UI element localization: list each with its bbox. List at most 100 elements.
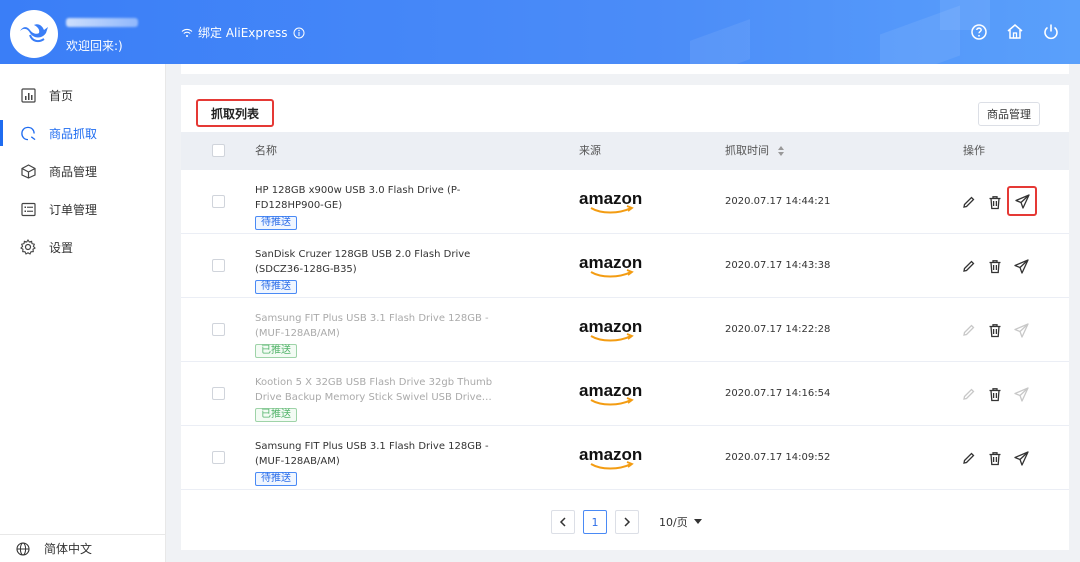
- language-switcher[interactable]: 简体中文: [0, 534, 166, 562]
- table-row: Samsung FIT Plus USB 3.1 Flash Drive 128…: [181, 298, 1069, 362]
- delete-icon[interactable]: [987, 194, 1003, 210]
- sidebar-item-label: 商品抓取: [49, 126, 98, 141]
- capture-time: 2020.07.17 14:44:21: [725, 196, 831, 207]
- svg-text:amazon: amazon: [579, 317, 642, 336]
- capture-icon: [20, 125, 36, 141]
- delete-icon[interactable]: [987, 258, 1003, 274]
- row-actions: [961, 186, 1037, 216]
- delete-icon[interactable]: [987, 450, 1003, 466]
- sidebar-item-label: 订单管理: [49, 202, 98, 217]
- status-badge: 已推送: [255, 408, 297, 422]
- table-header: 名称 来源 抓取时间 操作: [181, 132, 1069, 170]
- logo[interactable]: [10, 10, 58, 58]
- svg-text:amazon: amazon: [579, 253, 642, 272]
- status-badge: 待推送: [255, 280, 297, 294]
- delete-icon[interactable]: [987, 386, 1003, 402]
- prev-page-button[interactable]: [551, 510, 575, 534]
- wifi-icon: [181, 28, 193, 37]
- send-icon[interactable]: [1013, 322, 1029, 338]
- sort-icon[interactable]: [777, 145, 785, 157]
- edit-icon[interactable]: [961, 258, 977, 274]
- globe-icon: [16, 541, 30, 556]
- svg-text:amazon: amazon: [579, 445, 642, 464]
- row-actions: [961, 320, 1029, 340]
- row-checkbox[interactable]: [212, 387, 225, 400]
- list-icon: [20, 201, 36, 217]
- home-icon[interactable]: [1005, 22, 1025, 42]
- top-header: 欢迎回来:) 绑定 AliExpress: [0, 0, 1080, 64]
- top-card-strip: [181, 64, 1069, 74]
- amazon-logo: amazon: [579, 317, 642, 342]
- send-icon[interactable]: [1007, 186, 1037, 216]
- sidebar-item-settings[interactable]: 设置: [0, 228, 165, 266]
- send-icon[interactable]: [1013, 386, 1029, 402]
- status-badge: 待推送: [255, 216, 297, 230]
- caret-down-icon: [693, 519, 702, 524]
- bind-label: 绑定 AliExpress: [198, 26, 288, 40]
- product-management-button[interactable]: 商品管理: [978, 102, 1040, 126]
- edit-icon[interactable]: [961, 386, 977, 402]
- edit-icon[interactable]: [961, 194, 977, 210]
- column-time-label: 抓取时间: [725, 144, 769, 157]
- table-row: Samsung FIT Plus USB 3.1 Flash Drive 128…: [181, 426, 1069, 490]
- sidebar-item-home[interactable]: 首页: [0, 76, 165, 114]
- svg-text:amazon: amazon: [579, 381, 642, 400]
- pagination: 1 10/页: [551, 510, 702, 534]
- amazon-logo: amazon: [579, 189, 642, 214]
- next-page-button[interactable]: [615, 510, 639, 534]
- row-checkbox[interactable]: [212, 195, 225, 208]
- bind-aliexpress-link[interactable]: 绑定 AliExpress: [181, 24, 305, 41]
- gear-icon: [20, 239, 36, 255]
- capture-time: 2020.07.17 14:16:54: [725, 388, 831, 399]
- source-cell: amazon: [579, 252, 645, 280]
- source-cell: amazon: [579, 444, 645, 472]
- chart-icon: [20, 87, 36, 103]
- capture-time: 2020.07.17 14:22:28: [725, 324, 831, 335]
- page-size-select[interactable]: 10/页: [659, 514, 702, 530]
- row-actions: [961, 384, 1029, 404]
- product-name: HP 128GB x900w USB 3.0 Flash Drive (P-FD…: [255, 185, 461, 211]
- send-icon[interactable]: [1013, 450, 1029, 466]
- header-decoration: [690, 19, 750, 64]
- sidebar-item-products[interactable]: 商品管理: [0, 152, 165, 190]
- welcome-text: 欢迎回来:): [66, 39, 123, 53]
- sidebar: 首页 商品抓取 商品管理 订单管理 设置 简体中文: [0, 64, 166, 562]
- capture-list-panel: 抓取列表 商品管理 名称 来源 抓取时间 操作 HP 128GB x900w U…: [181, 85, 1069, 550]
- capture-time: 2020.07.17 14:43:38: [725, 260, 831, 271]
- help-icon[interactable]: [969, 22, 989, 42]
- table-row: HP 128GB x900w USB 3.0 Flash Drive (P-FD…: [181, 170, 1069, 234]
- edit-icon[interactable]: [961, 450, 977, 466]
- box-icon: [20, 163, 36, 179]
- row-checkbox[interactable]: [212, 323, 225, 336]
- column-name: 名称: [255, 144, 277, 157]
- amazon-logo: amazon: [579, 253, 642, 278]
- whale-logo-icon: [20, 24, 48, 43]
- chevron-right-icon: [624, 517, 631, 527]
- row-checkbox[interactable]: [212, 451, 225, 464]
- info-icon[interactable]: [293, 27, 305, 39]
- column-actions: 操作: [963, 144, 985, 157]
- source-cell: amazon: [579, 188, 645, 216]
- column-time[interactable]: 抓取时间: [725, 132, 785, 170]
- sidebar-item-label: 商品管理: [49, 164, 98, 179]
- amazon-logo: amazon: [579, 381, 642, 406]
- sidebar-item-capture[interactable]: 商品抓取: [0, 114, 165, 152]
- edit-icon[interactable]: [961, 322, 977, 338]
- sidebar-item-orders[interactable]: 订单管理: [0, 190, 165, 228]
- product-name: Samsung FIT Plus USB 3.1 Flash Drive 128…: [255, 313, 489, 339]
- page-button-current[interactable]: 1: [583, 510, 607, 534]
- capture-time: 2020.07.17 14:09:52: [725, 452, 831, 463]
- select-all-checkbox[interactable]: [212, 144, 225, 157]
- delete-icon[interactable]: [987, 322, 1003, 338]
- row-actions: [961, 256, 1029, 276]
- sidebar-item-label: 设置: [49, 240, 74, 255]
- row-checkbox[interactable]: [212, 259, 225, 272]
- send-icon[interactable]: [1013, 258, 1029, 274]
- table-row: SanDisk Cruzer 128GB USB 2.0 Flash Drive…: [181, 234, 1069, 298]
- product-name: SanDisk Cruzer 128GB USB 2.0 Flash Drive…: [255, 249, 471, 275]
- language-label: 简体中文: [44, 542, 93, 556]
- sidebar-item-label: 首页: [49, 88, 74, 103]
- page-size-label: 10/页: [659, 516, 688, 529]
- status-badge: 待推送: [255, 472, 297, 486]
- power-icon[interactable]: [1041, 22, 1061, 42]
